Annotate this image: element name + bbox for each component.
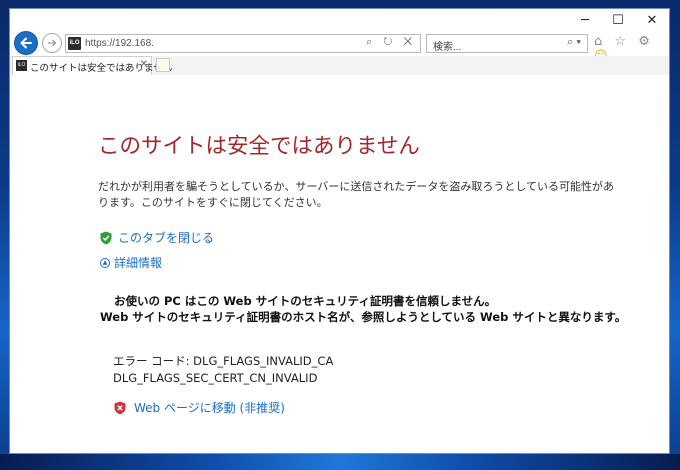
back-button[interactable] [14,31,38,55]
error-code-2: DLG_FLAGS_SEC_CERT_CN_INVALID [113,371,318,385]
warning-description: だれかが利用者を騙そうとしているか、サーバーに送信されたデータを盗み取ろうとして… [98,180,615,209]
details-toggle[interactable]: ▲ 詳細情報 [100,254,162,271]
forward-arrow-icon [48,39,57,47]
site-favicon-icon: iLO [68,37,81,50]
close-window-button[interactable]: ✕ [637,13,667,29]
new-tab-button[interactable] [156,58,170,72]
search-input[interactable]: 検索... ⌕ ▾ [426,34,588,53]
address-bar[interactable]: iLO https://192.168. ⌕ ↻ ✕ [65,34,421,53]
forward-button[interactable] [42,33,62,53]
green-shield-check-icon [100,231,112,244]
back-arrow-icon [20,37,32,49]
tab-unsafe-site[interactable]: iLO このサイトは安全ではありません ✕ [12,56,172,75]
tab-bar: iLO このサイトは安全ではありません ✕ [10,56,669,76]
goto-webpage-link[interactable]: Web ページに移動 (非推奨) [114,399,285,416]
browser-window: ─ ☐ ✕ iLO https://192.168. ⌕ ↻ ✕ 検索... ⌕… [9,8,670,454]
error-code-1: エラー コード: DLG_FLAGS_INVALID_CA [113,354,334,368]
warning-line-1: お使いの PC はこの Web サイトのセキュリティ証明書を信頼しません。 [114,294,497,308]
search-icon[interactable]: ⌕ ▾ [567,36,581,49]
goto-webpage-label[interactable]: Web ページに移動 (非推奨) [134,399,285,416]
search-placeholder: 検索... [433,42,462,53]
warning-line-2: Web サイトのセキュリティ証明書のホスト名が、参照しようとしている Web サ… [100,310,627,324]
red-shield-x-icon [114,401,126,414]
home-icon[interactable]: ⌂ [594,34,606,49]
certificate-warning: お使いの PC はこの Web サイトのセキュリティ証明書を信頼しません。 We… [100,293,630,325]
error-codes: エラー コード: DLG_FLAGS_INVALID_CA DLG_FLAGS_… [113,353,333,387]
maximize-button[interactable]: ☐ [603,13,633,29]
address-bar-actions[interactable]: ⌕ ↻ ✕ [366,36,416,49]
title-bar: ─ ☐ ✕ iLO https://192.168. ⌕ ↻ ✕ 検索... ⌕… [10,9,669,64]
chevron-up-circle-icon: ▲ [100,257,110,268]
url-text[interactable]: https://192.168. [85,38,154,49]
close-tab-link[interactable]: このタブを閉じる [100,229,214,246]
details-link-label[interactable]: 詳細情報 [114,254,162,271]
settings-gear-icon[interactable]: ⚙ [638,34,654,49]
favorites-star-icon[interactable]: ☆ [614,34,630,49]
page-title: このサイトは安全ではありません [98,134,420,159]
close-tab-link-label[interactable]: このタブを閉じる [118,229,214,246]
page-content: このサイトは安全ではありません だれかが利用者を騙そうとしているか、サーバーに送… [10,75,669,453]
tab-favicon-icon: iLO [16,60,27,71]
desktop-background [0,454,680,470]
tab-close-icon[interactable]: ✕ [140,59,148,70]
tab-title: このサイトは安全ではありません [30,63,173,74]
minimize-button[interactable]: ─ [570,13,600,29]
